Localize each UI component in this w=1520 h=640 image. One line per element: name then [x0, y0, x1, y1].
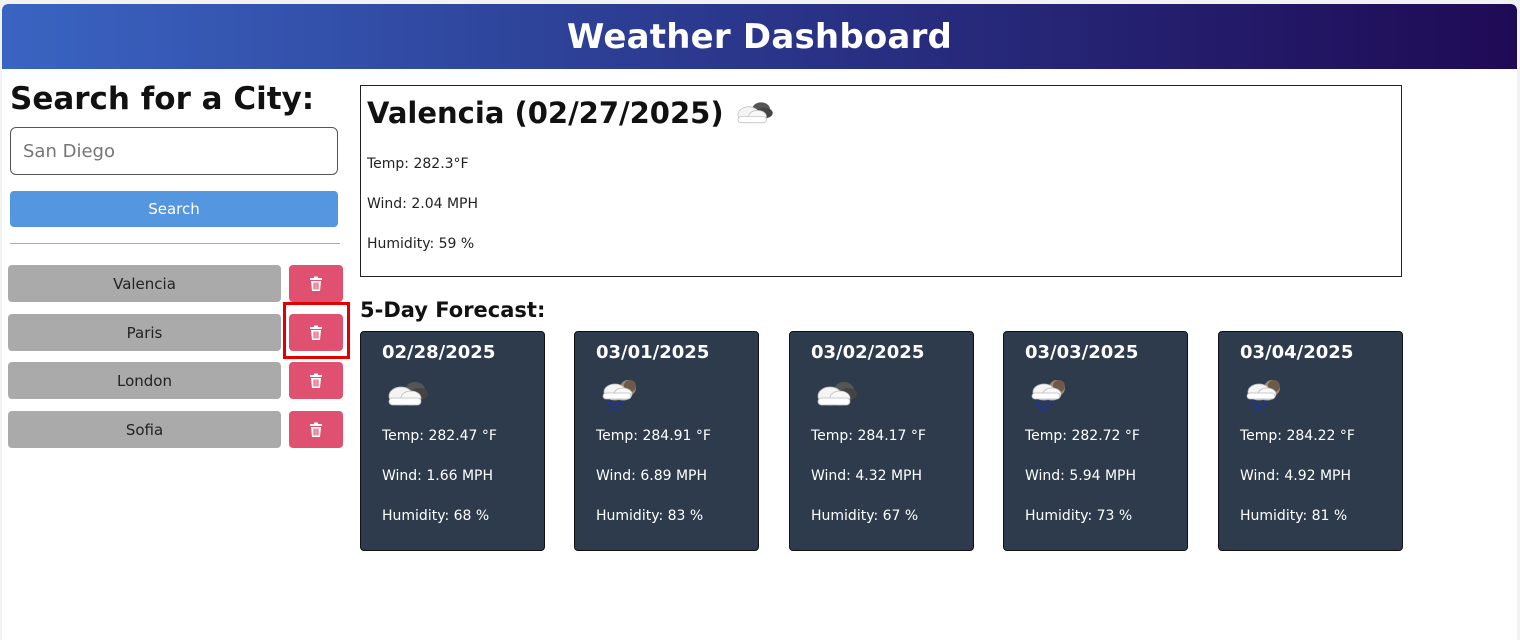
forecast-temp: Temp: 284.91 °F	[596, 428, 711, 444]
forecast-temp: Temp: 282.72 °F	[1025, 428, 1140, 444]
history-city-button[interactable]: Paris	[8, 314, 281, 351]
search-button[interactable]: Search	[10, 191, 338, 227]
forecast-date: 03/04/2025	[1240, 342, 1354, 363]
current-humidity: Humidity: 59 %	[367, 236, 475, 252]
history-row-valencia: Valencia	[8, 265, 344, 302]
forecast-humidity: Humidity: 67 %	[811, 508, 919, 524]
trash-icon	[308, 276, 324, 292]
forecast-date: 03/01/2025	[596, 342, 710, 363]
divider	[10, 243, 340, 244]
history-row-london: London	[8, 362, 344, 399]
delete-city-button[interactable]	[289, 362, 343, 399]
forecast-humidity: Humidity: 73 %	[1025, 508, 1133, 524]
trash-icon	[308, 422, 324, 438]
forecast-heading: 5-Day Forecast:	[360, 298, 546, 322]
forecast-card: 03/01/2025 Temp: 284.91 °F Wind: 6.89 MP…	[574, 331, 759, 551]
forecast-wind: Wind: 4.92 MPH	[1240, 468, 1352, 484]
page-title: Weather Dashboard	[566, 16, 953, 57]
delete-city-button[interactable]	[289, 314, 343, 351]
header-bar: Weather Dashboard	[2, 4, 1517, 69]
forecast-humidity: Humidity: 81 %	[1240, 508, 1348, 524]
delete-city-button[interactable]	[289, 411, 343, 448]
forecast-card: 03/02/2025 Temp: 284.17 °F Wind: 4.32 MP…	[789, 331, 974, 551]
history-row-paris: Paris	[8, 302, 350, 359]
forecast-wind: Wind: 5.94 MPH	[1025, 468, 1137, 484]
current-temp: Temp: 282.3°F	[367, 156, 469, 172]
forecast-date: 03/03/2025	[1025, 342, 1139, 363]
forecast-temp: Temp: 284.22 °F	[1240, 428, 1355, 444]
app-window: Weather Dashboard Search for a City: Sea…	[2, 4, 1517, 640]
current-weather-panel: Valencia (02/27/2025) Temp: 282.3°F Wind…	[360, 85, 1402, 277]
rain-icon	[1026, 376, 1074, 412]
rain-icon	[597, 376, 645, 412]
search-heading: Search for a City:	[10, 81, 315, 117]
current-city-date: Valencia (02/27/2025)	[367, 96, 724, 130]
history-city-button[interactable]: Sofia	[8, 411, 281, 448]
trash-icon	[308, 373, 324, 389]
history-city-button[interactable]: Valencia	[8, 265, 281, 302]
trash-icon	[308, 325, 324, 341]
forecast-humidity: Humidity: 83 %	[596, 508, 704, 524]
rain-icon	[1241, 376, 1289, 412]
forecast-card: 03/03/2025 Temp: 282.72 °F Wind: 5.94 MP…	[1003, 331, 1188, 551]
forecast-date: 02/28/2025	[382, 342, 496, 363]
cloud-icon	[383, 376, 431, 412]
forecast-temp: Temp: 282.47 °F	[382, 428, 497, 444]
history-row-sofia: Sofia	[8, 411, 344, 448]
forecast-card: 03/04/2025 Temp: 284.22 °F Wind: 4.92 MP…	[1218, 331, 1403, 551]
cloud-icon	[732, 97, 776, 129]
cloud-icon	[812, 376, 860, 412]
delete-city-button[interactable]	[289, 265, 343, 302]
forecast-wind: Wind: 4.32 MPH	[811, 468, 923, 484]
forecast-card: 02/28/2025 Temp: 282.47 °F Wind: 1.66 MP…	[360, 331, 545, 551]
forecast-temp: Temp: 284.17 °F	[811, 428, 926, 444]
city-search-input[interactable]	[10, 127, 338, 175]
forecast-humidity: Humidity: 68 %	[382, 508, 490, 524]
history-city-button[interactable]: London	[8, 362, 281, 399]
forecast-wind: Wind: 6.89 MPH	[596, 468, 708, 484]
forecast-date: 03/02/2025	[811, 342, 925, 363]
current-weather-title: Valencia (02/27/2025)	[367, 96, 776, 130]
forecast-wind: Wind: 1.66 MPH	[382, 468, 494, 484]
current-wind: Wind: 2.04 MPH	[367, 196, 479, 212]
